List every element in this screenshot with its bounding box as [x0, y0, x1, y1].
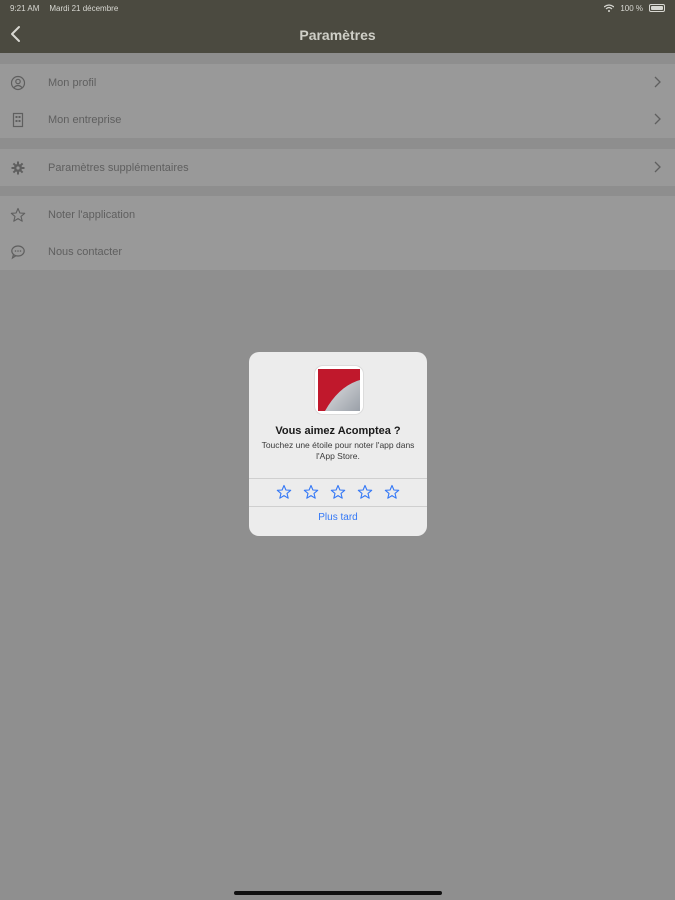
wifi-icon [604, 4, 615, 12]
star-2-icon[interactable] [303, 484, 319, 500]
settings-row-company[interactable]: Mon entreprise [0, 101, 675, 138]
status-time: 9:21 AM [10, 3, 40, 13]
user-circle-icon [10, 75, 26, 90]
settings-group-account: Mon profil Mon entreprise [0, 64, 675, 138]
app-logo [315, 366, 363, 414]
star-3-icon[interactable] [330, 484, 346, 500]
battery-percent: 100 % [620, 3, 643, 13]
settings-row-profile[interactable]: Mon profil [0, 64, 675, 101]
chevron-right-icon [654, 161, 661, 173]
dialog-message: Touchez une étoile pour noter l'app dans… [261, 440, 415, 461]
section-separator [0, 53, 675, 64]
settings-row-label: Nous contacter [48, 245, 122, 258]
settings-row-contact[interactable]: Nous contacter [0, 233, 675, 270]
dialog-title: Vous aimez Acomptea ? [275, 425, 401, 437]
star-4-icon[interactable] [357, 484, 373, 500]
chevron-left-icon[interactable] [9, 25, 23, 43]
settings-row-label: Mon entreprise [48, 113, 122, 126]
gear-icon [11, 161, 25, 174]
star-1-icon[interactable] [276, 484, 292, 500]
settings-group-feedback: Noter l'application Nous contacter [0, 196, 675, 270]
settings-group-advanced: Paramètres supplémentaires [0, 149, 675, 186]
building-icon [12, 112, 24, 127]
top-bar: 9:21 AM Mardi 21 décembre 100 % Paramètr… [0, 0, 675, 53]
rating-dialog: Vous aimez Acomptea ? Touchez une étoile… [249, 352, 427, 536]
app-logo-graphic [318, 369, 360, 411]
settings-row-label: Noter l'application [48, 208, 136, 221]
settings-row-label: Mon profil [48, 76, 97, 89]
star-5-icon[interactable] [384, 484, 400, 500]
navigation-bar: Paramètres [0, 16, 675, 53]
status-date: Mardi 21 décembre [49, 3, 119, 13]
settings-row-rate[interactable]: Noter l'application [0, 196, 675, 233]
status-right: 100 % [604, 4, 665, 13]
status-bar: 9:21 AM Mardi 21 décembre 100 % [0, 0, 675, 16]
home-indicator[interactable] [234, 891, 442, 895]
chevron-right-icon [654, 113, 661, 125]
star-rating [249, 479, 427, 505]
page-title: Paramètres [299, 26, 376, 43]
star-icon [10, 207, 26, 222]
chevron-right-icon [654, 76, 661, 88]
later-button[interactable]: Plus tard [249, 512, 427, 523]
section-separator [0, 138, 675, 149]
chat-bubble-icon [11, 244, 25, 259]
battery-icon [649, 4, 665, 12]
dialog-divider [249, 506, 427, 507]
settings-row-label: Paramètres supplémentaires [48, 161, 189, 174]
settings-row-extra[interactable]: Paramètres supplémentaires [0, 149, 675, 186]
